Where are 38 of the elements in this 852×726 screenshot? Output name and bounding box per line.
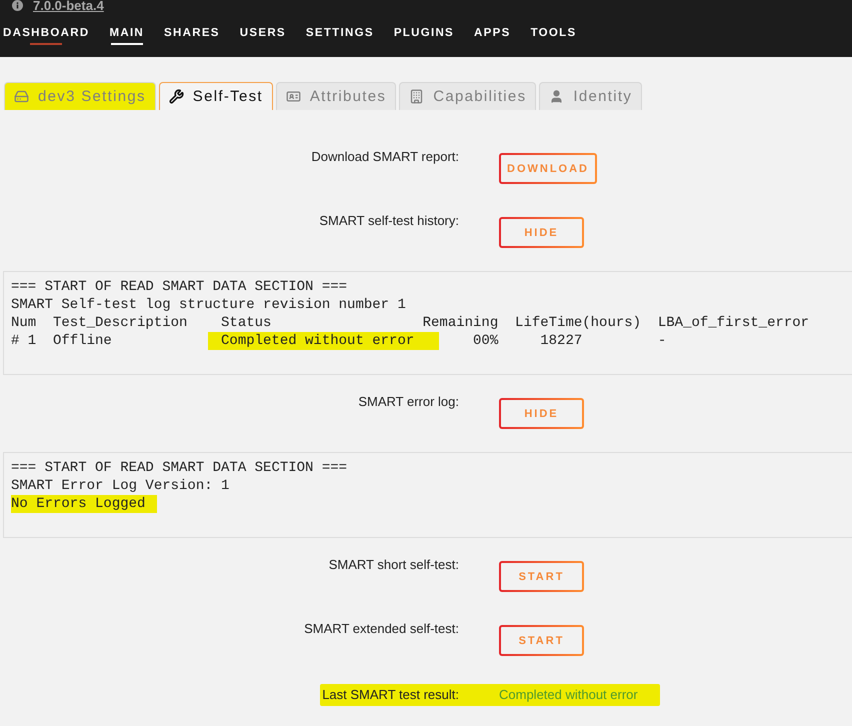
log-cell: Offline [53,332,112,350]
field-label: SMART error log: [358,394,459,410]
log-line: === START OF READ SMART DATA SECTION === [11,278,348,296]
test-result-value: Completed without error [499,687,638,703]
field-label: SMART short self-test: [328,557,459,573]
log-column-heading: Status [221,314,272,332]
nav-link[interactable]: SETTINGS [306,14,374,54]
building-icon [409,89,424,104]
field-label: SMART self-test history: [319,213,459,229]
log-column-heading: LifeTime(hours) [515,314,642,332]
id-card-icon [286,89,301,104]
log-line: === START OF READ SMART DATA SECTION === [11,459,348,477]
field-label: SMART extended self-test: [304,621,459,637]
nav-link[interactable]: SHARES [164,14,220,54]
nav-link[interactable]: TOOLS [530,14,576,54]
nav-link[interactable]: PLUGINS [394,14,454,54]
log-cell: 18227 [540,332,582,350]
log-cell: Completed without error [208,332,440,350]
field-label: Download SMART report: [311,149,459,165]
nav-link[interactable]: MAIN [109,14,144,54]
nav-link[interactable]: APPS [474,14,511,54]
field-label: Last SMART test result: [322,687,459,703]
user-icon [549,89,564,104]
log-cell: # 1 [11,332,36,350]
wrench-icon [168,89,184,104]
log-cell: 00% [473,332,498,350]
log-column-heading: Num [11,314,36,332]
nav-link[interactable]: USERS [240,14,286,54]
nav-link[interactable]: DASHBOARD [3,14,90,54]
tab[interactable]: Self-Test [158,82,273,110]
version-link[interactable]: 7.0.0-beta.4 [33,0,104,12]
hard-drive-icon [14,89,29,104]
log-column-heading: LBA_of_first_error [658,314,810,332]
log-cell: - [658,332,666,350]
log-column-heading: Remaining [422,314,498,332]
log-column-heading: Test_Description [53,314,188,332]
log-line: SMART Error Log Version: 1 [11,477,230,495]
log-line: SMART Self-test log structure revision number 1 [11,296,406,314]
